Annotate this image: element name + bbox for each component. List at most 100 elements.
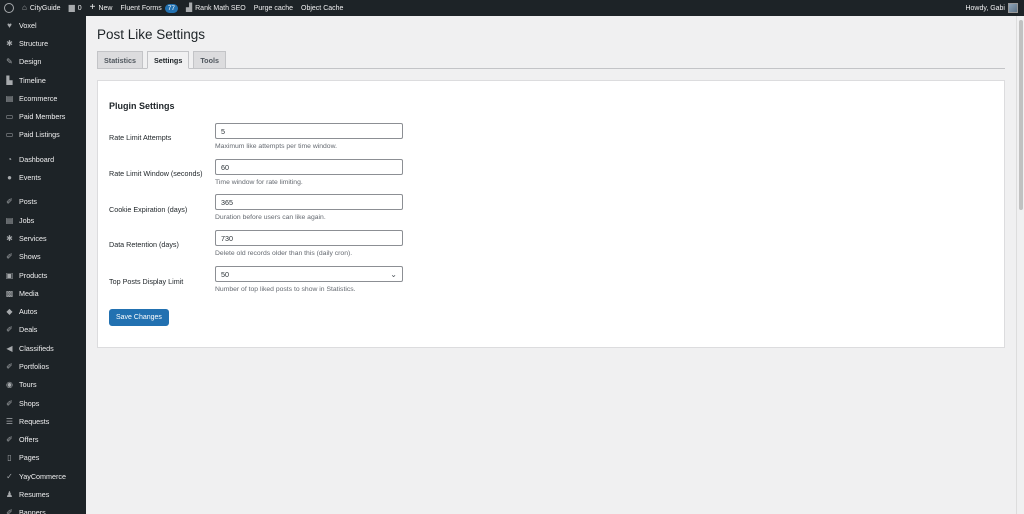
main-content: Post Like Settings Statistics Settings T…	[86, 16, 1016, 514]
field-description: Time window for rate limiting.	[215, 179, 303, 186]
plus-icon: +	[89, 2, 96, 13]
fluent-forms-label: Fluent Forms	[120, 4, 162, 12]
tab-settings[interactable]: Settings	[146, 51, 190, 69]
megaphone-icon: ◀	[6, 343, 13, 353]
scrollbar-thumb[interactable]	[1019, 20, 1023, 210]
sidebar-item-classifieds[interactable]: ◀ Classifieds	[0, 339, 86, 357]
new-label: New	[98, 4, 113, 12]
sidebar-item-label: Ecommerce	[19, 93, 58, 103]
purge-cache-link[interactable]: Purge cache	[250, 0, 297, 16]
field-description: Maximum like attempts per time window.	[215, 143, 338, 150]
field-label: Rate Limit Window (seconds)	[109, 169, 203, 178]
page-scrollbar[interactable]	[1016, 16, 1024, 514]
site-name-link[interactable]: ⌂ CityGuide	[18, 0, 65, 16]
rank-math-label: Rank Math SEO	[195, 4, 246, 12]
sidebar-item-label: Voxel	[19, 20, 37, 30]
sidebar-item-portfolios[interactable]: ✐ Portfolios	[0, 357, 86, 375]
sidebar-item-events[interactable]: ● Events	[0, 168, 86, 186]
sidebar-item-deals[interactable]: ✐ Deals	[0, 321, 86, 339]
sidebar-item-jobs[interactable]: ▤ Jobs	[0, 211, 86, 229]
new-content-link[interactable]: + New	[86, 0, 117, 16]
sidebar-item-tours[interactable]: ◉ Tours	[0, 376, 86, 394]
cookie-expiration-input[interactable]: 365	[215, 194, 403, 210]
sidebar-item-shops[interactable]: ✐ Shops	[0, 394, 86, 412]
sidebar-item-structure[interactable]: ✱ Structure	[0, 34, 86, 52]
sidebar-item-label: Portfolios	[19, 361, 49, 371]
field-label: Top Posts Display Limit	[109, 277, 184, 286]
sidebar-item-products[interactable]: ▣ Products	[0, 266, 86, 284]
object-cache-label: Object Cache	[301, 4, 344, 12]
car-icon: ◆	[6, 307, 13, 317]
chevron-down-icon: ⌄	[390, 270, 397, 279]
sidebar-item-offers[interactable]: ✐ Offers	[0, 431, 86, 449]
brush-icon: ✎	[6, 57, 13, 67]
box-icon: ▣	[5, 270, 14, 280]
sidebar-item-timeline[interactable]: ▙ Timeline	[0, 71, 86, 89]
sidebar-item-label: Autos	[19, 307, 38, 317]
sidebar-item-dashboard[interactable]: ◔ Dashboard	[0, 150, 86, 168]
yay-icon: ✓	[6, 471, 13, 481]
pushpin-icon: ✐	[6, 398, 13, 408]
sidebar-item-pages[interactable]: ▯ Pages	[0, 449, 86, 467]
sidebar-item-paid-listings[interactable]: ▭ Paid Listings	[0, 126, 86, 144]
object-cache-link[interactable]: Object Cache	[297, 0, 347, 16]
sidebar-item-voxel[interactable]: ♥ Voxel	[0, 16, 86, 34]
sidebar-item-shows[interactable]: ✐ Shows	[0, 248, 86, 266]
wordpress-logo[interactable]	[0, 0, 18, 16]
sidebar-item-label: Deals	[19, 325, 38, 335]
tab-tools[interactable]: Tools	[193, 51, 226, 68]
data-retention-input[interactable]: 730	[215, 230, 403, 246]
sidebar-item-label: Shows	[19, 252, 41, 262]
sidebar-item-paid-members[interactable]: ▭ Paid Members	[0, 107, 86, 125]
wordpress-icon	[4, 3, 14, 13]
fluent-forms-link[interactable]: Fluent Forms 77	[117, 0, 182, 16]
top-posts-limit-select[interactable]: 50 ⌄	[215, 266, 403, 282]
pin-icon: ●	[7, 173, 12, 183]
gear-icon: ✱	[6, 233, 13, 243]
sidebar-item-requests[interactable]: ☰ Requests	[0, 412, 86, 430]
field-description: Delete old records older than this (dail…	[215, 250, 353, 257]
pushpin-icon: ✐	[6, 361, 13, 371]
sidebar-item-label: Requests	[19, 416, 50, 426]
sidebar-item-banners[interactable]: ✐ Banners	[0, 504, 86, 514]
sidebar-item-label: Classifieds	[19, 343, 54, 353]
sidebar-item-label: Events	[19, 173, 41, 183]
sidebar-item-design[interactable]: ✎ Design	[0, 53, 86, 71]
pushpin-icon: ✐	[6, 435, 13, 445]
pages-icon: ▯	[7, 453, 12, 463]
save-changes-button[interactable]: Save Changes	[109, 309, 169, 326]
rank-math-link[interactable]: ▟ Rank Math SEO	[182, 0, 250, 16]
sidebar-item-autos[interactable]: ◆ Autos	[0, 302, 86, 320]
sidebar-item-label: YayCommerce	[19, 471, 66, 481]
field-value: 50	[221, 269, 229, 279]
sidebar-item-media[interactable]: ▩ Media	[0, 284, 86, 302]
rate-limit-attempts-input[interactable]: 5	[215, 123, 403, 139]
sidebar-item-label: Timeline	[19, 75, 46, 85]
field-value: 5	[221, 126, 225, 136]
tab-statistics[interactable]: Statistics	[97, 51, 143, 68]
sidebar-item-label: Offers	[19, 435, 39, 445]
media-icon: ▩	[5, 288, 14, 298]
field-description: Number of top liked posts to show in Sta…	[215, 286, 356, 293]
user-account-link[interactable]: Howdy, Gabi	[961, 0, 1024, 16]
dashboard-icon: ◔	[7, 154, 12, 164]
sidebar-item-ecommerce[interactable]: ▤ Ecommerce	[0, 89, 86, 107]
user-greeting: Howdy, Gabi	[965, 4, 1005, 12]
voxel-icon: ♥	[7, 20, 12, 30]
avatar	[1008, 3, 1018, 13]
field-label: Cookie Expiration (days)	[109, 205, 188, 214]
sidebar-item-posts[interactable]: ✐ Posts	[0, 193, 86, 211]
pushpin-icon: ✐	[6, 325, 13, 335]
cart-icon: ▤	[5, 93, 14, 103]
comments-link[interactable]: ▆ 0	[65, 0, 86, 16]
sidebar-item-services[interactable]: ✱ Services	[0, 229, 86, 247]
sidebar-item-yaycommerce[interactable]: ✓ YayCommerce	[0, 467, 86, 485]
rank-math-icon: ▟	[185, 3, 193, 12]
field-value: 730	[221, 233, 233, 243]
sidebar-item-label: Jobs	[19, 215, 35, 225]
rate-limit-window-input[interactable]: 60	[215, 159, 403, 175]
sidebar-item-resumes[interactable]: ♟ Resumes	[0, 485, 86, 503]
field-value: 365	[221, 197, 233, 207]
globe-icon: ◉	[6, 380, 13, 390]
gear-icon: ✱	[6, 38, 13, 48]
